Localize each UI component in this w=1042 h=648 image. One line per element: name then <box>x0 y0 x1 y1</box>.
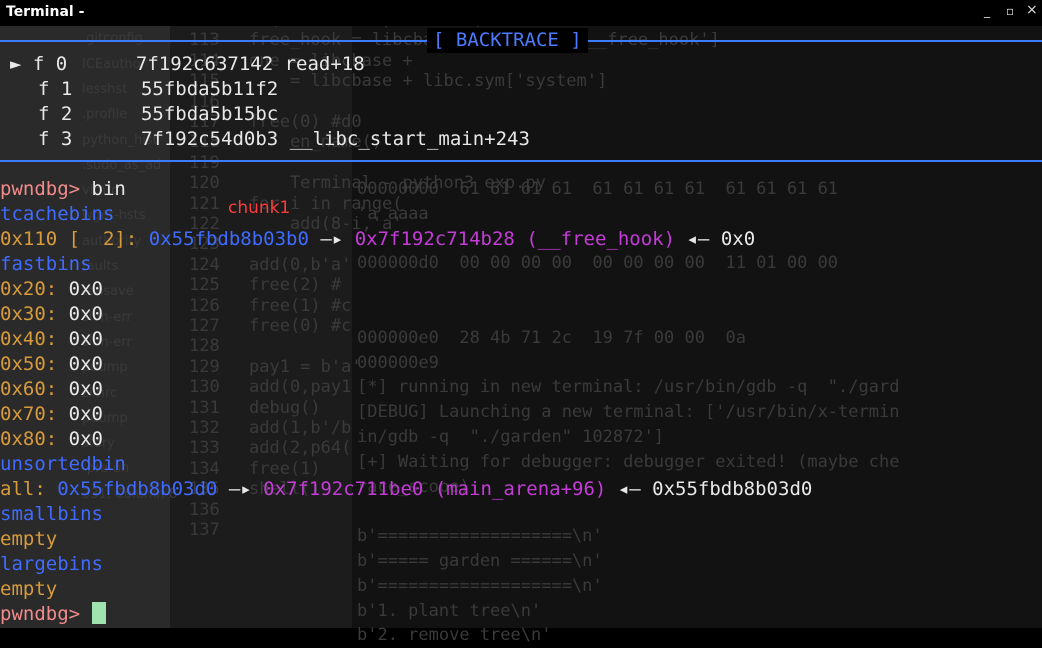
fastbin-size: 0x60: <box>0 378 58 400</box>
background-line-number: 137 <box>189 520 220 540</box>
backtrace-bottom-rule <box>0 160 1042 162</box>
fastbin-size: 0x80: <box>0 428 58 450</box>
fastbin-value: 0x0 <box>68 278 103 300</box>
input-line[interactable]: pwndbg> <box>0 602 106 627</box>
background-output-line: b'===================\n' <box>357 526 603 547</box>
unsorted-next: 0x7f192c711be0 <box>263 478 424 500</box>
background-output-line: [*] running in new terminal: /usr/bin/gd… <box>357 377 900 398</box>
frame-label: f 0 <box>32 53 68 75</box>
background-output-line: 00000000 61 61 61 61 61 61 61 61 61 61 6… <box>357 179 839 199</box>
backtrace-header: [ BACKTRACE ] <box>427 28 588 53</box>
tcache-next: 0x7f192c714b28 <box>354 228 515 250</box>
fastbin-row: 0x80: 0x0 <box>0 427 103 452</box>
background-output-line: in/gdb -q "./garden" 102872'] <box>357 427 665 447</box>
fastbin-size: 0x50: <box>0 353 58 375</box>
smallbins-value: empty <box>0 528 58 550</box>
backtrace-frame-2: f 2 55fbda5b15bc <box>38 102 290 127</box>
prompt: pwndbg> <box>0 603 81 625</box>
fastbin-size: 0x40: <box>0 328 58 350</box>
frame-label: f 3 <box>38 128 73 150</box>
background-code-line: free(0) #c <box>249 316 352 336</box>
background-output-line: b'1. plant tree\n' <box>357 600 542 621</box>
fastbin-value: 0x0 <box>68 428 103 450</box>
unsortedbin-entry: all: 0x55fbdb8b03d0 —▸ 0x7f192c711be0 (m… <box>0 477 812 502</box>
tcache-size: 0x110 <box>0 228 58 250</box>
fastbin-size: 0x70: <box>0 403 58 425</box>
unsorted-head: 0x55fbdb8b03d0 <box>57 478 218 500</box>
background-output-line: b'===================\n' <box>357 575 603 596</box>
unsortedbin-label: unsortedbin <box>0 453 126 475</box>
fastbin-row: 0x30: 0x0 <box>0 302 103 327</box>
unsorted-all: all: <box>0 478 46 500</box>
backtrace-frame-3: f 3 7f192c54d0b3 __libc_start_main+243 <box>38 127 530 152</box>
backtrace-frame-1: f 1 55fbda5b11f2 <box>38 77 290 102</box>
frame-address: 7f192c54d0b3 <box>140 128 279 150</box>
background-file-item: .gitconfig <box>82 31 143 47</box>
fastbin-value: 0x0 <box>68 328 103 350</box>
background-output-line: b'===== garden ======\n' <box>357 551 603 571</box>
fastbin-value: 0x0 <box>68 378 103 400</box>
current-frame-marker-icon: ► <box>10 53 22 75</box>
right-arrow-icon: —▸ <box>320 228 344 250</box>
tcache-count: [ 2]: <box>68 228 138 250</box>
frame-label: f 1 <box>38 78 73 100</box>
background-output-line: 'a aaaa <box>357 203 429 224</box>
background-output-line: 000000e0 28 4b 71 2c 19 7f 00 00 0a <box>357 327 746 348</box>
background-output-line: [DEBUG] Launching a new terminal: ['/usr… <box>357 402 900 423</box>
fastbin-row: 0x50: 0x0 <box>0 352 103 377</box>
frame-address: 55fbda5b15bc <box>140 103 279 125</box>
tcache-symbol: (__free_hook) <box>526 228 676 250</box>
minimize-button[interactable]: _ <box>984 4 990 18</box>
prompt: pwndbg> <box>0 178 81 200</box>
smallbins-label: smallbins <box>0 503 103 525</box>
window-title: Terminal - <box>6 4 85 20</box>
fastbin-value: 0x0 <box>68 303 103 325</box>
largebins-label: largebins <box>0 553 103 575</box>
frame-address: 7f192c637142 <box>135 53 274 75</box>
tcache-head: 0x55fbdb8b03b0 <box>148 228 309 250</box>
fastbin-value: 0x0 <box>68 403 103 425</box>
fastbins-label: fastbins <box>0 253 92 275</box>
left-arrow-icon: ◂— <box>686 228 710 250</box>
tcache-entry: 0x110 [ 2]: 0x55fbdb8b03b0 —▸ 0x7f192c71… <box>0 227 755 252</box>
backtrace-frame-0: ► f 0 7f192c637142 read+18 <box>10 52 365 77</box>
background-output-line: 000000e9 <box>357 352 439 373</box>
fastbin-row: 0x20: 0x0 <box>0 277 103 302</box>
frame-symbol: __libc_start_main+243 <box>289 128 530 150</box>
tcache-value: 0x0 <box>720 228 756 250</box>
frame-symbol: read+18 <box>284 53 365 75</box>
maximize-button[interactable]: ▫ <box>1006 4 1014 18</box>
text-cursor <box>91 602 106 624</box>
background-output-line: b'2. remove tree\n' <box>357 625 552 646</box>
left-arrow-icon: ◂— <box>617 478 641 500</box>
fastbin-row: 0x70: 0x0 <box>0 402 103 427</box>
fastbin-row: 0x60: 0x0 <box>0 377 103 402</box>
fastbin-value: 0x0 <box>68 353 103 375</box>
fastbin-row: 0x40: 0x0 <box>0 327 103 352</box>
command-text: bin <box>91 178 126 200</box>
frame-address: 55fbda5b11f2 <box>140 78 279 100</box>
background-file-item: .sudo_as_ad <box>82 157 162 173</box>
close-button[interactable]: × <box>1026 2 1038 18</box>
fastbin-size: 0x30: <box>0 303 58 325</box>
right-arrow-icon: —▸ <box>228 478 252 500</box>
unsorted-back: 0x55fbdb8b03d0 <box>652 478 813 500</box>
fastbin-size: 0x20: <box>0 278 58 300</box>
unsorted-symbol: (main_arena+96) <box>434 478 607 500</box>
largebins-value: empty <box>0 578 58 600</box>
background-output-line: [+] Waiting for debugger: debugger exite… <box>357 451 900 472</box>
tcachebins-label: tcachebins <box>0 203 115 225</box>
chunk-annotation: chunk1 <box>228 198 291 218</box>
background-output-line: 000000d0 00 00 00 00 00 00 00 00 11 01 0… <box>357 253 839 274</box>
frame-label: f 2 <box>38 103 73 125</box>
window-title-bar[interactable]: Terminal - _ ▫ × <box>0 0 1042 26</box>
command-line: pwndbg> bin <box>0 177 126 202</box>
